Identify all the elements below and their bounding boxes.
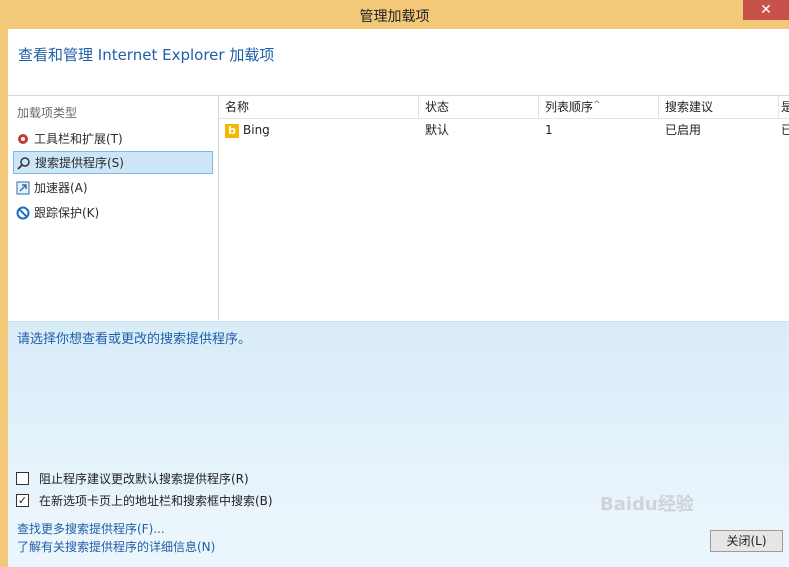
addon-types-panel: 加载项类型 工具栏和扩展(T) 搜索提供程序(S) 加速器(A) 跟踪保护(K) [8, 96, 219, 320]
sidebar-item-tracking-protection[interactable]: 跟踪保护(K) [13, 201, 213, 224]
block-change-label: 阻止程序建议更改默认搜索提供程序(R) [39, 472, 249, 486]
search-in-address-bar-option[interactable]: ✓ 在新选项卡页上的地址栏和搜索框中搜索(B) [16, 492, 273, 509]
cell-order: 1 [545, 123, 553, 137]
dialog-footer: 查找更多搜索提供程序(F)... 了解有关搜索提供程序的详细信息(N) 关闭(L… [8, 516, 789, 567]
title-bar: 管理加载项 ✕ [0, 0, 789, 29]
header-title: 查看和管理 Internet Explorer 加载项 [18, 46, 275, 64]
cell-extra: 已 [781, 123, 789, 137]
table-row[interactable]: b Bing 默认 1 已启用 已 [219, 118, 789, 142]
details-message: 请选择你想查看或更改的搜索提供程序。 [17, 332, 252, 347]
manage-addons-window: 管理加载项 ✕ 查看和管理 Internet Explorer 加载项 加载项类… [0, 0, 789, 567]
window-close-button[interactable]: ✕ [743, 0, 789, 20]
sidebar-item-label: 搜索提供程序(S) [35, 156, 124, 170]
gear-icon [16, 132, 30, 146]
sidebar-item-label: 跟踪保护(K) [34, 206, 100, 220]
sidebar-item-accelerators[interactable]: 加速器(A) [13, 176, 213, 199]
sidebar-item-label: 加速器(A) [34, 181, 88, 195]
window-title: 管理加载项 [359, 9, 430, 25]
table-header: 名称 状态 列表顺序 ^ 搜索建议 是 [219, 96, 789, 119]
column-header-name[interactable]: 名称 [219, 96, 419, 118]
block-change-checkbox[interactable] [16, 472, 29, 485]
sidebar-item-toolbars[interactable]: 工具栏和扩展(T) [13, 127, 213, 150]
column-header-status[interactable]: 状态 [419, 96, 539, 118]
column-header-order-label: 列表顺序 [545, 100, 594, 114]
learn-more-providers-link[interactable]: 了解有关搜索提供程序的详细信息(N) [17, 538, 215, 555]
column-header-order[interactable]: 列表顺序 ^ [539, 96, 659, 118]
cell-name: b Bing [219, 118, 419, 142]
close-button[interactable]: 关闭(L) [710, 530, 783, 552]
search-address-bar-checkbox[interactable]: ✓ [16, 494, 29, 507]
block-change-default-option[interactable]: 阻止程序建议更改默认搜索提供程序(R) [16, 470, 249, 487]
dialog-header: 查看和管理 Internet Explorer 加载项 [8, 29, 789, 96]
cell-status: 默认 [425, 123, 450, 137]
find-more-providers-link[interactable]: 查找更多搜索提供程序(F)... [17, 520, 165, 537]
column-header-suggestions[interactable]: 搜索建议 [659, 96, 779, 118]
provider-name: Bing [243, 123, 270, 137]
sidebar-item-search-providers[interactable]: 搜索提供程序(S) [13, 151, 213, 174]
search-address-bar-label: 在新选项卡页上的地址栏和搜索框中搜索(B) [39, 494, 273, 508]
sort-ascending-icon: ^ [593, 100, 601, 110]
bing-logo-icon: b [225, 123, 239, 138]
cell-suggestions: 已启用 [665, 123, 702, 137]
dialog-content: 查看和管理 Internet Explorer 加载项 加载项类型 工具栏和扩展… [8, 29, 789, 567]
sidebar-item-label: 工具栏和扩展(T) [34, 132, 123, 146]
search-icon [17, 156, 31, 170]
column-header-extra[interactable]: 是 [779, 96, 789, 118]
addon-types-label: 加载项类型 [17, 106, 78, 120]
block-icon [16, 206, 30, 220]
details-pane: 请选择你想查看或更改的搜索提供程序。 阻止程序建议更改默认搜索提供程序(R) ✓… [8, 321, 789, 516]
accelerator-icon [16, 181, 30, 195]
providers-table: 名称 状态 列表顺序 ^ 搜索建议 是 bBing 默认 1 已启用 已 < [219, 96, 789, 388]
